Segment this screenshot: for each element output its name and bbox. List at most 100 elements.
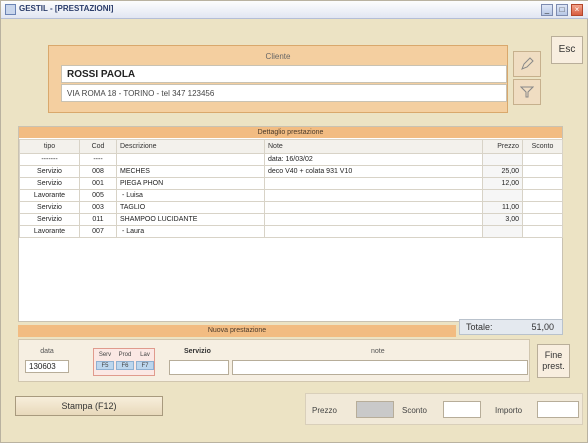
servizio-field[interactable] [169,360,229,375]
cell-prezzo [482,153,523,166]
search-client-button[interactable] [513,79,541,105]
column-header[interactable]: Note [264,139,483,154]
cell-tipo: Servizio [19,165,80,178]
cell-note [264,213,483,226]
cell-note: deco V40 + colata 931 V10 [264,165,483,178]
cell-sconto [522,177,563,190]
cell-sconto [522,201,563,214]
data-label: data [40,348,54,355]
servizio-key-button[interactable]: Serv F5 [96,352,114,370]
cell-descrizione: - Laura [116,225,265,238]
column-header[interactable]: Sconto [522,139,563,154]
nuova-prestazione-header: Nuova prestazione [18,325,456,337]
main-window: GESTIL - [PRESTAZIONI] _ □ × Cliente ROS… [0,0,588,443]
cell-prezzo: 11,00 [482,201,523,214]
servizio-label: Servizio [184,348,211,355]
pencil-icon [521,57,534,70]
key-fkey: F5 [96,361,114,370]
column-header[interactable]: Descrizione [116,139,265,154]
table-row[interactable]: Servizio 003 TAGLIO 11,00 [19,201,563,214]
client-name-field[interactable]: ROSSI PAOLA [61,65,507,83]
esc-button[interactable]: Esc [551,36,583,64]
key-label: Prod [118,352,132,358]
cell-note [264,177,483,190]
cell-sconto [522,153,563,166]
cell-sconto [522,225,563,238]
cell-prezzo [482,189,523,202]
table-row[interactable]: Servizio 008 MECHES deco V40 + colata 93… [19,165,563,178]
prodotto-key-button[interactable]: Prod F6 [116,352,134,370]
totale-value: 51,00 [531,322,554,332]
table-row[interactable]: Lavorante 005 - Luisa [19,189,563,202]
cell-prezzo: 3,00 [482,213,523,226]
totale-display: Totale: 51,00 [459,319,563,335]
cell-cod: 008 [79,165,117,178]
cell-descrizione: - Luisa [116,189,265,202]
key-label: Serv [98,352,112,358]
cell-tipo: Servizio [19,201,80,214]
app-icon [5,4,16,15]
cell-tipo: Servizio [19,177,80,190]
cell-note [264,189,483,202]
note-label: note [371,348,385,355]
stampa-button[interactable]: Stampa (F12) [15,396,163,416]
cell-cod: 001 [79,177,117,190]
importo-field[interactable] [537,401,579,418]
cell-sconto [522,165,563,178]
cell-descrizione: SHAMPOO LUCIDANTE [116,213,265,226]
cell-tipo: Lavorante [19,189,80,202]
edit-client-button[interactable] [513,51,541,77]
table-row[interactable]: Servizio 001 PIEGA PHON 12,00 [19,177,563,190]
table-row[interactable]: Servizio 011 SHAMPOO LUCIDANTE 3,00 [19,213,563,226]
sconto-label: Sconto [402,406,427,415]
cell-descrizione: PIEGA PHON [116,177,265,190]
detail-header: Dettaglio prestazione [19,127,562,138]
cell-note: data: 16/03/02 [264,153,483,166]
totals-bar: Prezzo Sconto Importo [305,393,583,425]
maximize-button[interactable]: □ [556,4,568,16]
importo-label: Importo [495,406,523,415]
key-fkey: F7 [136,361,154,370]
totale-label: Totale: [466,322,493,332]
key-fkey: F6 [116,361,134,370]
new-entry-panel: data 130603 Serv F5 Prod F6 Lav F7 Servi… [18,339,530,382]
filter-icon [519,86,535,98]
table-row[interactable]: ------- ---- data: 16/03/02 [19,153,563,166]
title-bar: GESTIL - [PRESTAZIONI] _ □ × [1,1,588,19]
date-field[interactable]: 130603 [25,360,69,373]
type-key-group: Serv F5 Prod F6 Lav F7 [93,348,155,376]
client-panel: Cliente ROSSI PAOLA VIA ROMA 18 - TORINO… [48,45,508,113]
lavorante-key-button[interactable]: Lav F7 [136,352,154,370]
column-header[interactable]: Prezzo [482,139,523,154]
cell-tipo: Servizio [19,213,80,226]
fine-prestazione-button[interactable]: Fine prest. [537,344,570,378]
cell-descrizione: MECHES [116,165,265,178]
prezzo-label: Prezzo [312,406,337,415]
cell-sconto [522,189,563,202]
cell-cod: 007 [79,225,117,238]
note-field[interactable] [232,360,528,375]
cell-cod: 003 [79,201,117,214]
cell-tipo: Lavorante [19,225,80,238]
cell-sconto [522,213,563,226]
column-header[interactable]: Cod [79,139,117,154]
key-label: Lav [140,352,150,358]
detail-panel: Dettaglio prestazione tipo Cod Descrizio… [18,126,563,322]
prezzo-field [356,401,394,418]
cell-descrizione [116,153,265,166]
cell-cod: ---- [79,153,117,166]
client-address-field: VIA ROMA 18 - TORINO - tel 347 123456 [61,84,507,102]
cell-descrizione: TAGLIO [116,201,265,214]
cell-cod: 011 [79,213,117,226]
table-row[interactable]: Lavorante 007 - Laura [19,225,563,238]
fine-label-2: prest. [542,361,565,371]
cell-note [264,225,483,238]
sconto-field[interactable] [443,401,481,418]
cell-note [264,201,483,214]
close-button[interactable]: × [571,4,583,16]
cell-tipo: ------- [19,153,80,166]
minimize-button[interactable]: _ [541,4,553,16]
cell-prezzo [482,225,523,238]
cell-prezzo: 25,00 [482,165,523,178]
column-header[interactable]: tipo [19,139,80,154]
